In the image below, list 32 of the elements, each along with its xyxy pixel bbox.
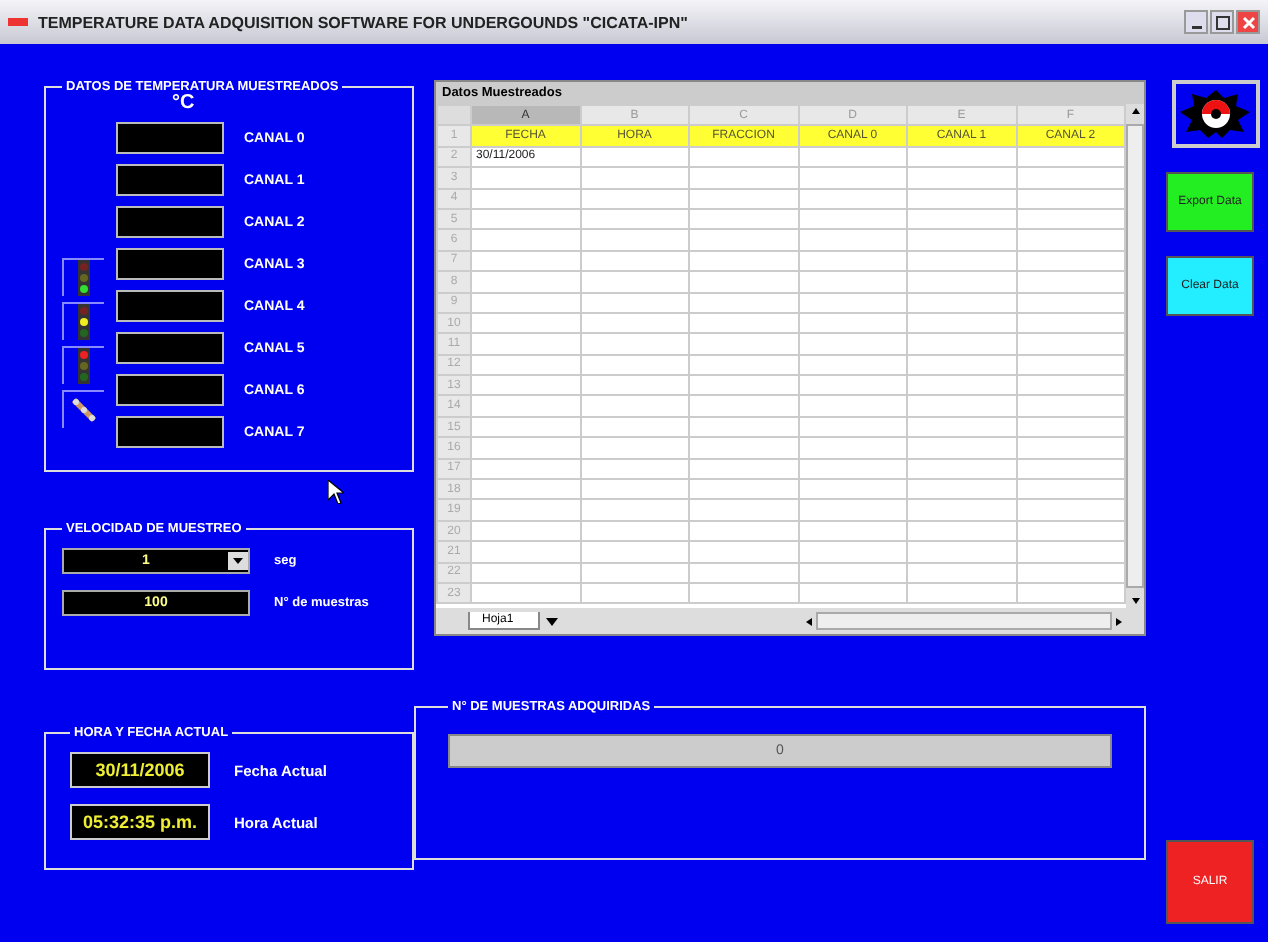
temperature-display [116, 164, 224, 196]
app-icon [8, 14, 28, 30]
temperature-display [116, 206, 224, 238]
vertical-scrollbar[interactable] [1126, 104, 1144, 608]
traffic-light-icon [62, 302, 104, 340]
horizontal-scrollbar[interactable] [803, 612, 1124, 630]
logo-icon [1172, 80, 1260, 148]
maximize-button[interactable] [1210, 10, 1234, 34]
maximize-icon [1215, 15, 1229, 29]
temperature-display [116, 122, 224, 154]
traffic-light-icon [62, 258, 104, 296]
temperature-display [116, 416, 224, 448]
unit-label: °C [172, 94, 197, 112]
dropdown-arrow-icon [228, 552, 248, 570]
close-button[interactable] [1236, 10, 1260, 34]
dropdown-arrow-icon [545, 617, 558, 625]
date-display: 30/11/2006 [70, 752, 210, 788]
temperature-display [116, 374, 224, 406]
window-title: TEMPERATURE DATA ADQUISITION SOFTWARE FOR UNDERGOUNDS "CICATA-IPN" [38, 13, 690, 31]
temperature-display [116, 290, 224, 322]
scroll-right-arrow-icon[interactable] [1112, 613, 1124, 629]
scroll-down-arrow-icon[interactable] [1127, 592, 1143, 608]
close-icon [1241, 15, 1255, 29]
temperature-display [116, 248, 224, 280]
time-display: 05:32:35 p.m. [70, 804, 210, 840]
scroll-left-arrow-icon[interactable] [803, 613, 816, 629]
probe-icon [62, 390, 104, 428]
temperature-display [116, 332, 224, 364]
mouse-cursor-icon [328, 480, 344, 504]
traffic-light-icon [62, 346, 104, 384]
scroll-up-arrow-icon[interactable] [1127, 104, 1143, 120]
minimize-button[interactable] [1184, 10, 1208, 34]
